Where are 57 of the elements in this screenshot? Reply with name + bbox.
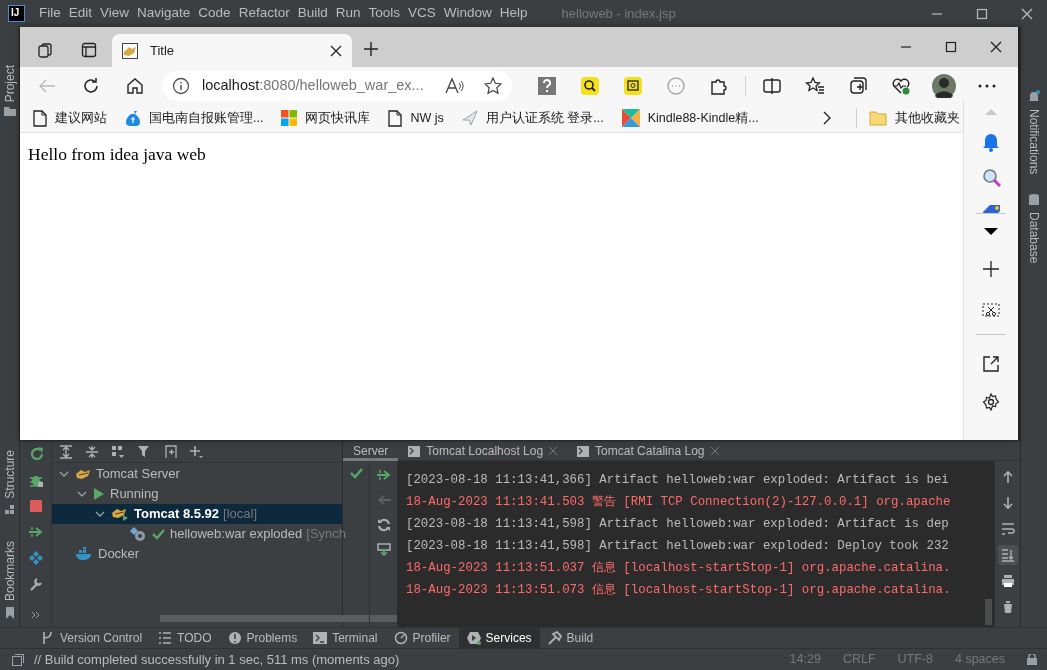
menu-item[interactable]: Edit [64, 3, 97, 24]
menu-item[interactable]: Tools [364, 3, 404, 24]
menu-item[interactable]: Run [331, 3, 365, 24]
bookmark-item[interactable]: NW js [379, 108, 453, 128]
tool-window-tab[interactable]: Services [458, 627, 540, 649]
tool-window-tab[interactable]: Project [0, 65, 19, 103]
menu-item[interactable]: Refactor [234, 3, 294, 24]
tree-row[interactable]: Running [52, 484, 342, 504]
tree-label-hint: [Synch [306, 525, 346, 544]
address-bar[interactable]: localhost:8080/helloweb_war_ex... [162, 70, 512, 101]
bookmark-item[interactable]: 用户认证系统 登录... [452, 108, 613, 128]
menu-item[interactable]: Window [439, 3, 496, 24]
menu-item[interactable]: Help [495, 3, 532, 24]
bookmark-item[interactable]: 国电南自报账管理... [116, 108, 273, 128]
status-message: // Build completed successfully in 1 sec, 511 ms (moments ago) [34, 650, 400, 669]
tree-row[interactable]: Tomcat 8.5.92 [local] [52, 504, 342, 524]
tree-row[interactable]: Docker [52, 544, 342, 564]
tool-window-tab[interactable]: Profiler [385, 627, 459, 649]
page-text: Hello from idea java web [27, 143, 207, 166]
tool-window-tab[interactable]: Problems [219, 627, 306, 649]
tool-window-tab[interactable]: Build [539, 627, 602, 649]
tab-title: Title [150, 41, 175, 60]
log-tab[interactable]: Tomcat Catalina Log [567, 441, 729, 461]
log-line: 18-Aug-2023 11:13:51.037 信息 [localhost-startStop-1] org.apache.catalina. [406, 560, 952, 577]
tool-window-tab[interactable]: TODO [150, 627, 220, 649]
menu-item[interactable]: File [35, 3, 65, 24]
tree-row[interactable]: Tomcat Server [52, 464, 342, 484]
bookmark-item[interactable]: 建议网站 [24, 108, 116, 128]
tree-label: Tomcat Server [96, 465, 180, 484]
bookmark-item[interactable]: 网页快讯库 [272, 108, 380, 128]
app-logo: IJ [8, 5, 25, 22]
tree-label: Docker [98, 545, 140, 564]
tree-label: Tomcat 8.5.92 [134, 505, 220, 524]
log-tab[interactable]: Tomcat Localhost Log [398, 441, 568, 461]
tool-window-tab[interactable]: Structure [0, 450, 19, 499]
menu-item[interactable]: VCS [404, 3, 440, 24]
tool-window-tab[interactable]: Terminal [305, 627, 386, 649]
window-title: helloweb - index.jsp [561, 4, 676, 23]
tree-label-hint: [local] [223, 505, 257, 524]
log-line: [2023-08-18 11:13:41,366] Artifact helloweb:war exploded: Artifact is bei [406, 472, 950, 489]
bookmark-folder[interactable]: 其他收藏夹 [869, 108, 960, 128]
menu-item[interactable]: Navigate [133, 3, 195, 24]
tree-label: helloweb:war exploded [170, 525, 303, 544]
log-line: [2023-08-18 11:13:41,598] Artifact helloweb:war exploded: Deploy took 232 [406, 538, 950, 555]
menu-item[interactable]: Code [194, 3, 235, 24]
log-line: [2023-08-18 11:13:41,598] Artifact helloweb:war exploded: Artifact is dep [406, 516, 950, 533]
tool-window-tab[interactable]: Version Control [33, 627, 151, 649]
browser-tab[interactable]: Title [112, 34, 352, 67]
bookmark-item[interactable]: Kindle88-Kindle精... [612, 108, 768, 128]
tree-label: Running [110, 485, 159, 504]
tool-window-tab[interactable]: Database [1025, 212, 1043, 264]
tool-window-tab[interactable]: Notifications [1025, 109, 1043, 175]
menu-item[interactable]: View [96, 3, 134, 24]
log-line: 18-Aug-2023 11:13:51.073 信息 [localhost-startStop-1] org.apache.catalina. [406, 582, 952, 599]
menu-item[interactable]: Build [293, 3, 332, 24]
tool-window-tab[interactable]: Bookmarks [0, 540, 19, 601]
log-line: 18-Aug-2023 11:13:41.503 警告 [RMI TCP Connection(2)-127.0.0.1] org.apache [406, 494, 952, 511]
